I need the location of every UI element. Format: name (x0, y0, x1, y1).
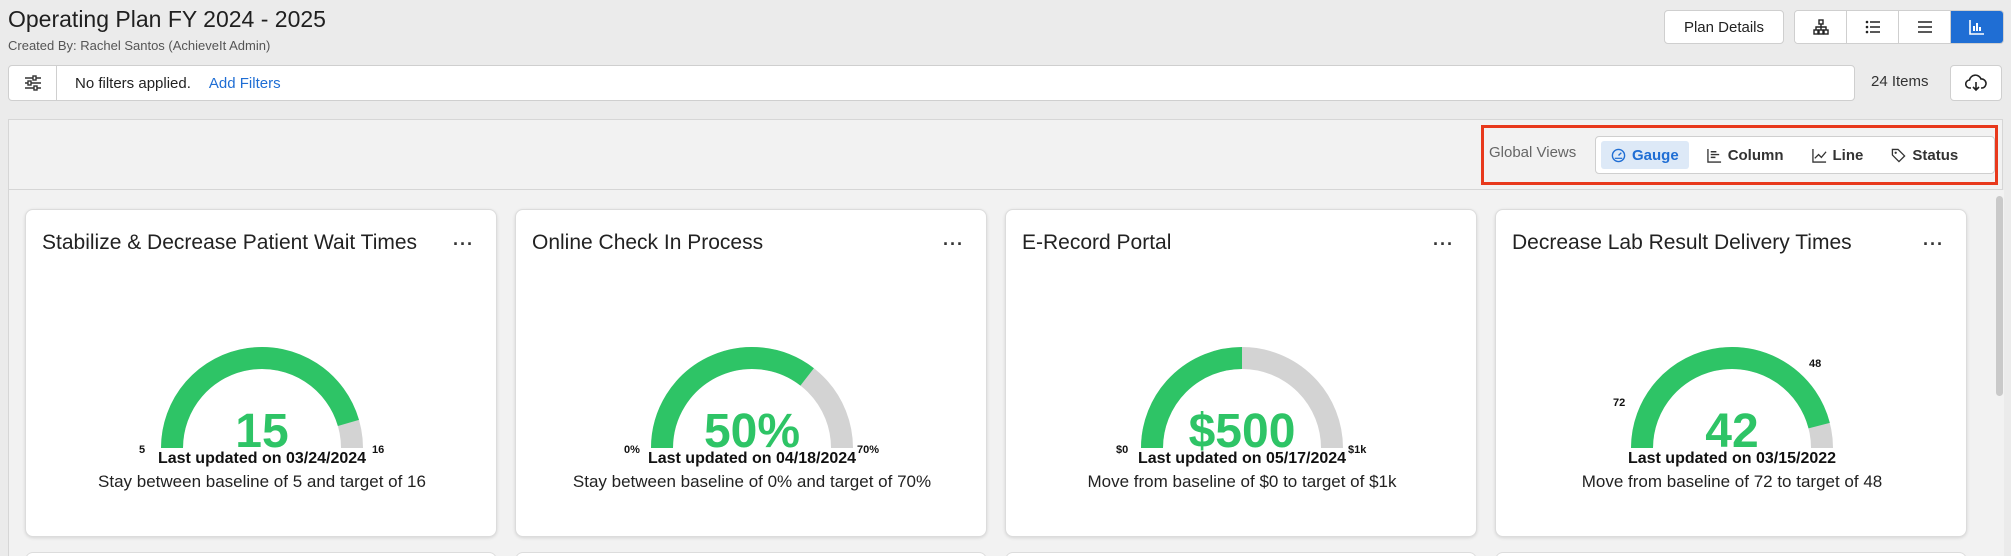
card-title: Online Check In Process (532, 231, 764, 254)
filter-status-text: No filters applied. (75, 74, 191, 92)
column-view-button[interactable]: Column (1697, 141, 1794, 169)
gauge-target-label: 48 (1809, 358, 1822, 370)
chart-view-button[interactable] (1951, 11, 2003, 43)
last-updated: Last updated on 03/24/2024 (157, 450, 367, 467)
global-views-toggle: Gauge Column Line Status (1595, 136, 1995, 174)
filter-settings-button[interactable] (9, 66, 57, 100)
scrollbar-thumb[interactable] (1996, 196, 2003, 396)
cloud-download-icon (1965, 74, 1987, 92)
gauge-card: Stabilize & Decrease Patient Wait Times … (25, 209, 497, 537)
hierarchy-icon (1812, 19, 1829, 35)
gauge-icon (1611, 148, 1626, 162)
page-subtitle: Created By: Rachel Santos (AchieveIt Adm… (8, 38, 271, 53)
tag-icon (1892, 148, 1906, 163)
card-menu-button[interactable]: ··· (453, 234, 474, 255)
page-title: Operating Plan FY 2024 - 2025 (8, 6, 326, 32)
line-view-label: Line (1832, 146, 1864, 164)
status-view-button[interactable]: Status (1881, 141, 1968, 169)
card-menu-button[interactable]: ··· (943, 234, 964, 255)
gauge-view-label: Gauge (1632, 146, 1679, 164)
list-view-button[interactable] (1847, 11, 1899, 43)
gauge-description: Move from baseline of $0 to target of $1… (1087, 472, 1397, 491)
compact-view-button[interactable] (1899, 11, 1951, 43)
line-view-button[interactable]: Line (1802, 141, 1874, 169)
gauge-view-button[interactable]: Gauge (1601, 141, 1689, 169)
gauge-card: E-Record Portal ··· $0 $1k $500 Last upd… (1005, 209, 1477, 537)
hierarchy-view-button[interactable] (1795, 11, 1847, 43)
gauge-card: Online Check In Process ··· 0% 70% 50% L… (515, 209, 987, 537)
last-updated: Last updated on 05/17/2024 (1137, 450, 1347, 467)
card-title: Decrease Lab Result Delivery Times (1512, 231, 1852, 254)
card-menu-button[interactable]: ··· (1433, 234, 1454, 255)
column-chart-icon (1706, 148, 1721, 163)
bulleted-list-icon (1865, 20, 1880, 34)
gauge-card (1495, 552, 1967, 556)
last-updated: Last updated on 04/18/2024 (647, 450, 857, 467)
card-menu-button[interactable]: ··· (1923, 234, 1944, 255)
card-title: Stabilize & Decrease Patient Wait Times (42, 231, 418, 254)
gauge-card: Decrease Lab Result Delivery Times ··· 7… (1495, 209, 1967, 537)
status-view-label: Status (1912, 146, 1959, 164)
lines-icon (1917, 21, 1932, 33)
gauge-description: Stay between baseline of 0% and target o… (572, 472, 932, 491)
dashboard-panel: Global Views Gauge Column Line Status St… (8, 119, 2004, 556)
download-button[interactable] (1950, 65, 2002, 101)
card-title: E-Record Portal (1022, 231, 1172, 254)
add-filters-link[interactable]: Add Filters (209, 75, 281, 92)
view-switcher (1794, 10, 2004, 44)
column-view-label: Column (1727, 146, 1784, 164)
gauge-card (515, 552, 987, 556)
gauge-description: Stay between baseline of 5 and target of… (98, 472, 426, 491)
global-views-label: Global Views (1489, 144, 1577, 161)
chart-icon (1969, 20, 1984, 35)
plan-details-button[interactable]: Plan Details (1664, 10, 1784, 44)
line-chart-icon (1811, 148, 1827, 163)
filter-bar: No filters applied. Add Filters (8, 65, 1855, 101)
gauge-card (1005, 552, 1477, 556)
last-updated: Last updated on 03/15/2022 (1627, 450, 1837, 467)
gauge-description: Move from baseline of 72 to target of 48 (1581, 472, 1883, 491)
items-count: 24 Items (1871, 73, 1929, 90)
sliders-icon (24, 75, 41, 91)
gauge-card (25, 552, 497, 556)
scrollbar[interactable] (1994, 190, 2004, 556)
